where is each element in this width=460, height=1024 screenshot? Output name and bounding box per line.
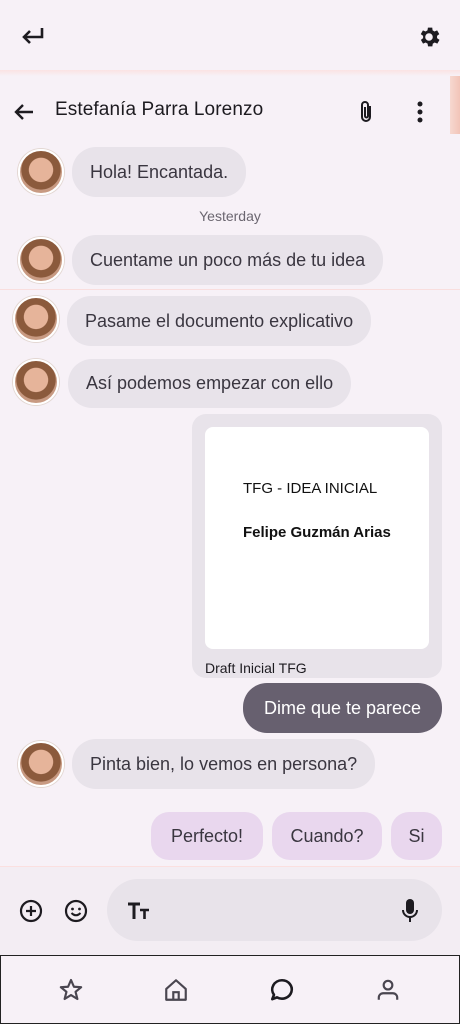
document-caption: Draft Inicial TFG: [205, 660, 307, 676]
star-icon[interactable]: [56, 975, 86, 1005]
top-app-bar: [0, 0, 460, 72]
avatar: [13, 296, 59, 342]
edge-shadow: [450, 76, 460, 134]
date-separator: Yesterday: [199, 208, 261, 224]
quick-reply-chip[interactable]: Si: [391, 812, 442, 860]
message-bubble: Hola! Encantada.: [72, 147, 247, 197]
paperclip-icon[interactable]: [352, 98, 380, 126]
sent-message-bubble: Dime que te parece: [243, 683, 442, 733]
emoji-icon[interactable]: [63, 898, 89, 924]
chat-icon[interactable]: [267, 975, 297, 1005]
person-icon[interactable]: [373, 975, 403, 1005]
chat-contact-name: Estefanía Parra Lorenzo: [55, 99, 264, 120]
mic-icon[interactable]: [398, 896, 422, 926]
document-title: TFG - IDEA INICIAL: [243, 480, 378, 497]
avatar: [18, 741, 64, 787]
divider: [0, 289, 460, 290]
home-icon[interactable]: [161, 975, 191, 1005]
text-format-icon[interactable]: [125, 898, 153, 924]
avatar: [13, 359, 59, 405]
message-bubble: Pasame el documento explicativo: [67, 296, 372, 346]
avatar: [18, 149, 64, 195]
gear-icon[interactable]: [414, 22, 444, 52]
message-bubble: Cuentame un poco más de tu idea: [72, 235, 384, 285]
message-bubble: Pinta bien, lo vemos en persona?: [72, 739, 376, 789]
return-arrow-icon[interactable]: [18, 22, 48, 50]
quick-reply-chip[interactable]: Cuando?: [272, 812, 382, 860]
quick-reply-chip[interactable]: Perfecto!: [151, 812, 263, 860]
arrow-left-icon[interactable]: [10, 98, 38, 126]
add-circle-icon[interactable]: [18, 898, 44, 924]
more-vertical-icon[interactable]: [406, 98, 434, 126]
avatar: [18, 237, 64, 283]
document-author: Felipe Guzmán Arias: [243, 524, 391, 541]
message-input[interactable]: [107, 879, 442, 941]
message-bubble: Así podemos empezar con ello: [68, 359, 352, 408]
